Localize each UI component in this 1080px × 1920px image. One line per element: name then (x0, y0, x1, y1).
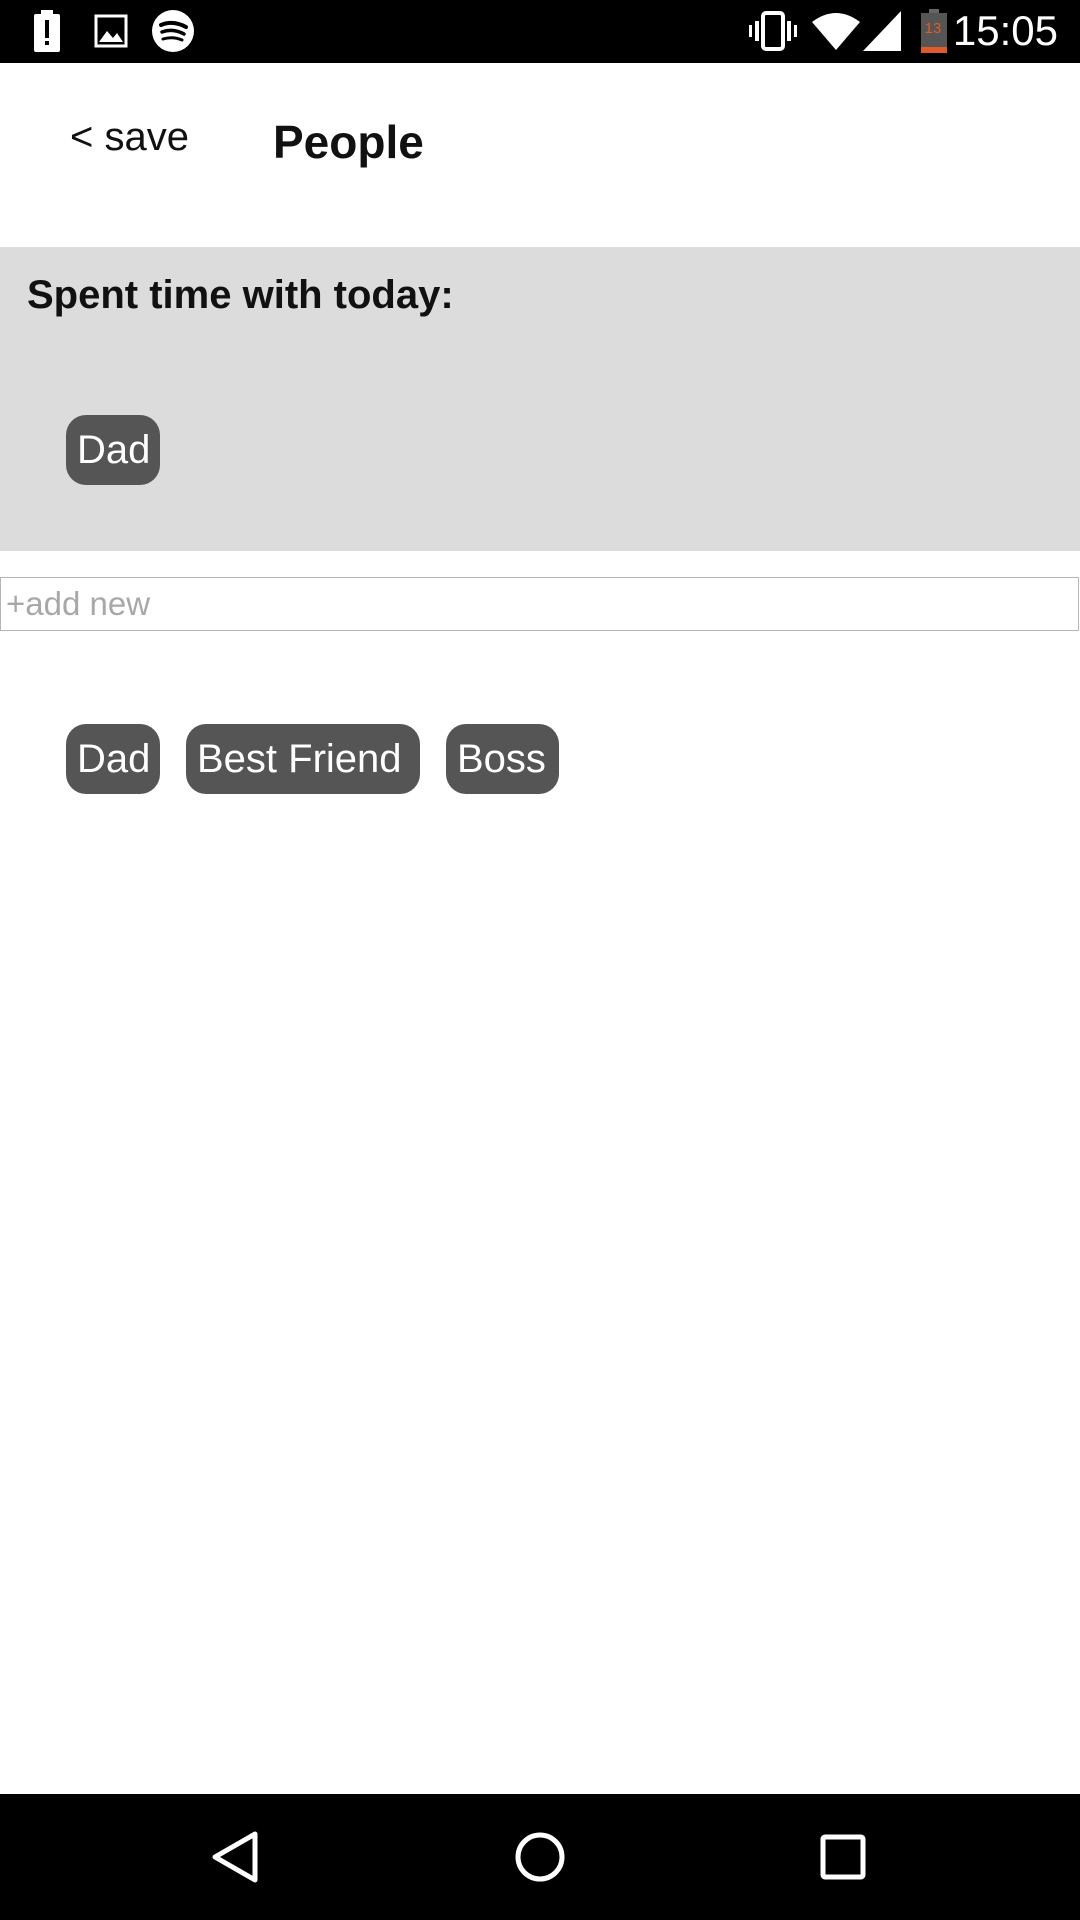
battery-alert-icon (30, 10, 64, 52)
person-chip[interactable]: Dad (66, 724, 160, 794)
today-panel: Spent time with today: Dad (0, 247, 1080, 551)
clock: 15:05 (952, 7, 1058, 54)
image-icon (92, 10, 130, 52)
status-bar: 13 15:05 (0, 0, 1080, 63)
back-icon[interactable] (200, 1822, 270, 1892)
recents-icon[interactable] (808, 1822, 878, 1892)
today-heading: Spent time with today: (27, 273, 454, 317)
header: < save People (0, 63, 1080, 247)
screen: 13 15:05 < save People Spent time with t… (0, 0, 1080, 1920)
save-back-button[interactable]: < save (70, 115, 189, 160)
cell-signal-icon (862, 10, 902, 52)
wifi-icon (812, 10, 860, 52)
today-person-chip[interactable]: Dad (66, 415, 160, 485)
add-new-input[interactable] (0, 577, 1079, 631)
battery-icon: 13 (920, 9, 948, 53)
home-icon[interactable] (505, 1822, 575, 1892)
navigation-bar (0, 1794, 1080, 1920)
vibrate-icon (748, 10, 798, 52)
battery-level: 13 (924, 20, 942, 37)
spotify-icon (150, 10, 196, 52)
page-title: People (273, 116, 424, 168)
person-chip[interactable]: Boss (446, 724, 559, 794)
person-chip[interactable]: Best Friend (186, 724, 420, 794)
